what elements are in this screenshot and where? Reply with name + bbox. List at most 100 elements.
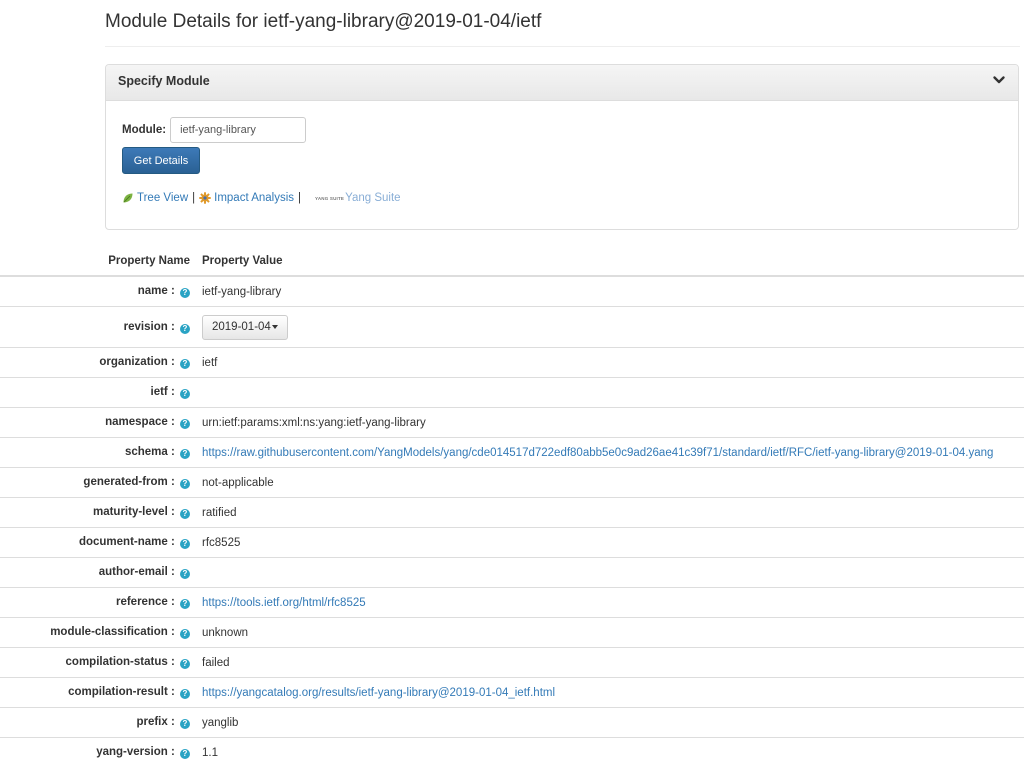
- property-value-cell: https://raw.githubusercontent.com/YangMo…: [199, 437, 1024, 468]
- help-icon[interactable]: ?: [180, 288, 190, 298]
- property-name-cell: generated-from : ?: [0, 467, 199, 498]
- table-row: revision : ? 2019-01-04: [0, 306, 1024, 348]
- revision-dropdown[interactable]: 2019-01-04: [202, 314, 288, 340]
- property-name: reference :: [115, 596, 175, 608]
- table-row: reference : ? https://tools.ietf.org/htm…: [0, 587, 1024, 618]
- property-value-cell: 2019-01-04: [199, 306, 1024, 348]
- property-value: ietf: [199, 347, 1024, 378]
- property-name: maturity-level :: [92, 506, 175, 518]
- help-icon[interactable]: ?: [180, 419, 190, 429]
- property-value: ratified: [199, 497, 1024, 528]
- yang-suite-logo: YANG SUITE: [315, 195, 345, 201]
- property-name: compilation-status :: [65, 656, 175, 668]
- help-icon[interactable]: ?: [180, 659, 190, 669]
- property-value: unknown: [199, 617, 1024, 648]
- table-row: compilation-result : ? https://yangcatal…: [0, 677, 1024, 708]
- help-icon[interactable]: ?: [180, 389, 190, 399]
- table-row: document-name : ? rfc8525: [0, 527, 1024, 558]
- reference-link[interactable]: https://tools.ietf.org/html/rfc8525: [202, 597, 366, 609]
- link-separator: |: [298, 192, 302, 204]
- property-name-cell: compilation-result : ?: [0, 677, 199, 708]
- table-row: namespace : ? urn:ietf:params:xml:ns:yan…: [0, 407, 1024, 438]
- table-header-row: Property Name Property Value: [0, 246, 1024, 277]
- help-icon[interactable]: ?: [180, 509, 190, 519]
- property-name-cell: ietf : ?: [0, 377, 199, 408]
- property-value: failed: [199, 647, 1024, 678]
- panel-heading[interactable]: Specify Module: [106, 65, 1018, 101]
- property-value: not-applicable: [199, 467, 1024, 498]
- help-icon[interactable]: ?: [180, 599, 190, 609]
- property-value: 1.1: [199, 737, 1024, 767]
- property-value: ietf-yang-library: [199, 275, 1024, 307]
- property-name: schema :: [124, 446, 175, 458]
- panel-title: Specify Module: [118, 74, 210, 88]
- title-divider: [105, 46, 1020, 47]
- table-row: author-email : ?: [0, 557, 1024, 588]
- table-row: schema : ? https://raw.githubusercontent…: [0, 437, 1024, 468]
- help-icon[interactable]: ?: [180, 569, 190, 579]
- property-name-cell: schema : ?: [0, 437, 199, 468]
- property-name-header: Property Name: [0, 246, 199, 277]
- table-row: maturity-level : ? ratified: [0, 497, 1024, 528]
- property-name: organization :: [99, 356, 175, 368]
- property-name-cell: name : ?: [0, 275, 199, 307]
- schema-link[interactable]: https://raw.githubusercontent.com/YangMo…: [202, 447, 993, 459]
- help-icon[interactable]: ?: [180, 749, 190, 759]
- gear-icon: [199, 192, 211, 204]
- table-row: compilation-status : ? failed: [0, 647, 1024, 678]
- property-value: [199, 557, 1024, 588]
- revision-selected: 2019-01-04: [212, 321, 271, 333]
- module-form-row: Module:: [122, 117, 307, 143]
- help-icon[interactable]: ?: [180, 449, 190, 459]
- get-details-button[interactable]: Get Details: [122, 147, 200, 174]
- help-icon[interactable]: ?: [180, 359, 190, 369]
- yang-suite-link[interactable]: Yang Suite: [345, 192, 400, 204]
- property-name: ietf :: [150, 386, 175, 398]
- impact-analysis-link[interactable]: Impact Analysis: [214, 192, 294, 204]
- module-input[interactable]: [170, 117, 307, 143]
- property-name: yang-version :: [96, 746, 175, 758]
- table-row: yang-version : ? 1.1: [0, 737, 1024, 767]
- property-name-cell: organization : ?: [0, 347, 199, 378]
- tree-view-link[interactable]: Tree View: [137, 192, 188, 204]
- property-value-cell: https://tools.ietf.org/html/rfc8525: [199, 587, 1024, 618]
- property-name: compilation-result :: [68, 686, 175, 698]
- link-separator: |: [192, 192, 196, 204]
- property-value-cell: https://yangcatalog.org/results/ietf-yan…: [199, 677, 1024, 708]
- compilation-result-link[interactable]: https://yangcatalog.org/results/ietf-yan…: [202, 687, 555, 699]
- help-icon[interactable]: ?: [180, 629, 190, 639]
- property-name: prefix :: [136, 716, 175, 728]
- property-name-cell: revision : ?: [0, 306, 199, 348]
- property-name: revision :: [123, 320, 175, 333]
- page: Module Details for ietf-yang-library@201…: [0, 0, 1024, 768]
- table-row: name : ? ietf-yang-library: [0, 275, 1024, 307]
- leaf-icon: [123, 193, 133, 203]
- property-value: [199, 377, 1024, 408]
- property-value: urn:ietf:params:xml:ns:yang:ietf-yang-li…: [199, 407, 1024, 438]
- table-row: generated-from : ? not-applicable: [0, 467, 1024, 498]
- help-icon[interactable]: ?: [180, 719, 190, 729]
- property-name-cell: maturity-level : ?: [0, 497, 199, 528]
- property-name-cell: module-classification : ?: [0, 617, 199, 648]
- table-row: module-classification : ? unknown: [0, 617, 1024, 648]
- property-name-cell: author-email : ?: [0, 557, 199, 588]
- property-name-cell: prefix : ?: [0, 707, 199, 738]
- help-icon[interactable]: ?: [180, 539, 190, 549]
- property-value: rfc8525: [199, 527, 1024, 558]
- table-row: prefix : ? yanglib: [0, 707, 1024, 738]
- table-row: ietf : ?: [0, 377, 1024, 408]
- help-icon[interactable]: ?: [180, 323, 190, 334]
- property-name: name :: [137, 285, 175, 297]
- property-name: namespace :: [105, 416, 175, 428]
- module-links: Tree View | Impact Analysis | YANG SUITE…: [122, 192, 401, 204]
- property-name-cell: document-name : ?: [0, 527, 199, 558]
- property-table: Property Name Property Value name : ? ie…: [0, 246, 1024, 767]
- property-value: yanglib: [199, 707, 1024, 738]
- chevron-down-icon[interactable]: [992, 73, 1006, 87]
- property-name: module-classification :: [50, 626, 175, 638]
- property-name-cell: compilation-status : ?: [0, 647, 199, 678]
- help-icon[interactable]: ?: [180, 479, 190, 489]
- help-icon[interactable]: ?: [180, 689, 190, 699]
- module-label: Module:: [122, 124, 167, 136]
- page-title: Module Details for ietf-yang-library@201…: [105, 11, 542, 32]
